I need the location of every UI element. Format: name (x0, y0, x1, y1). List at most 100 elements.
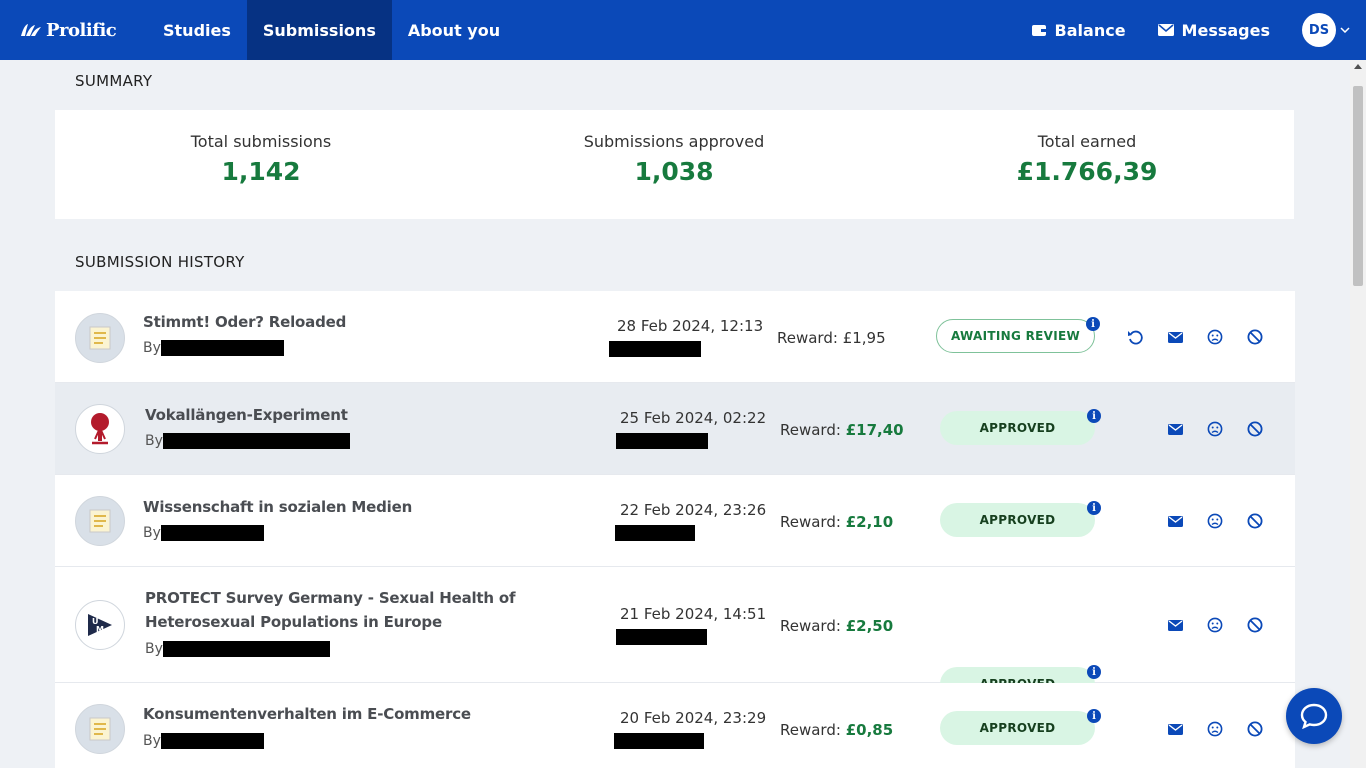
submission-row[interactable]: Konsumentenverhalten im E-Commerce By 20… (55, 683, 1295, 768)
message-icon[interactable] (1166, 328, 1184, 346)
stat-value: 1,038 (634, 157, 714, 186)
by-label: By (145, 641, 163, 657)
block-icon[interactable] (1246, 512, 1264, 530)
redacted-date-detail (609, 341, 701, 357)
mail-icon (1157, 24, 1174, 36)
summary-heading: SUMMARY (75, 72, 153, 90)
messages-label: Messages (1181, 20, 1270, 40)
avatar: DS (1302, 13, 1336, 47)
study-title[interactable]: Vokallängen-Experiment (145, 403, 585, 427)
nav-about-you[interactable]: About you (392, 0, 516, 60)
redacted-researcher (160, 340, 284, 356)
study-title[interactable]: PROTECT Survey Germany - Sexual Health o… (145, 586, 585, 634)
history-heading: SUBMISSION HISTORY (75, 253, 245, 271)
stat-approved: Submissions approved 1,038 (524, 132, 824, 186)
message-icon[interactable] (1166, 512, 1184, 530)
status-badge: APPROVED (940, 711, 1095, 745)
study-title[interactable]: Konsumentenverhalten im E-Commerce (143, 702, 583, 726)
by-label: By (143, 733, 161, 749)
study-researcher: By (143, 525, 264, 541)
info-icon[interactable]: i (1087, 665, 1101, 679)
redacted-date-detail (616, 433, 708, 449)
submission-row[interactable]: U M PROTECT Survey Germany - Sexual Heal… (55, 567, 1295, 701)
study-thumbnail (75, 704, 125, 754)
logo-text: Prolific (46, 19, 117, 41)
block-icon[interactable] (1246, 720, 1264, 738)
tree-logo-icon (91, 413, 109, 445)
info-icon[interactable]: i (1087, 501, 1101, 515)
stat-value: £1.766,39 (1016, 157, 1158, 186)
info-icon[interactable]: i (1087, 409, 1101, 423)
info-icon[interactable]: i (1087, 709, 1101, 723)
info-icon[interactable]: i (1086, 317, 1100, 331)
submission-row[interactable]: Stimmt! Oder? Reloaded By 28 Feb 2024, 1… (55, 291, 1295, 383)
wallet-icon (1031, 25, 1046, 36)
redacted-researcher (162, 433, 350, 449)
redacted-researcher (160, 525, 264, 541)
reward-label: Reward: (780, 513, 841, 531)
prolific-logo-icon (21, 24, 41, 36)
study-researcher: By (143, 733, 264, 749)
balance-button[interactable]: Balance (1031, 21, 1126, 40)
study-thumbnail (75, 496, 125, 546)
submission-date: 20 Feb 2024, 23:29 (620, 709, 767, 727)
sad-face-icon[interactable] (1206, 512, 1224, 530)
sad-face-icon[interactable] (1206, 328, 1224, 346)
undo-icon[interactable] (1126, 328, 1144, 346)
study-researcher: By (143, 340, 284, 356)
block-icon[interactable] (1246, 328, 1264, 346)
chat-button[interactable] (1286, 688, 1342, 744)
um-logo-icon: U M (88, 614, 112, 636)
reward: Reward: £2,10 (780, 513, 893, 531)
prolific-logo[interactable]: Prolific (20, 0, 147, 60)
status-badge: AWAITING REVIEW (936, 319, 1095, 353)
page-scrollbar[interactable] (1350, 60, 1366, 768)
reward: Reward: £0,85 (780, 721, 893, 739)
reward-amount: £17,40 (845, 421, 904, 439)
submission-row[interactable]: Vokallängen-Experiment By 25 Feb 2024, 0… (55, 383, 1295, 475)
submission-date: 21 Feb 2024, 14:51 (620, 605, 767, 623)
sad-face-icon[interactable] (1206, 420, 1224, 438)
stat-label: Submissions approved (583, 132, 765, 151)
reward: Reward: £1,95 (777, 329, 886, 347)
stat-label: Total earned (1037, 132, 1137, 151)
submission-row[interactable]: Wissenschaft in sozialen Medien By 22 Fe… (55, 475, 1295, 567)
top-nav: Prolific Studies Submissions About you B… (0, 0, 1366, 60)
messages-button[interactable]: Messages (1157, 20, 1270, 40)
reward-label: Reward: (780, 617, 841, 635)
nav-submissions[interactable]: Submissions (246, 0, 392, 60)
message-icon[interactable] (1166, 616, 1184, 634)
scroll-up-arrow-icon[interactable] (1354, 64, 1362, 69)
stat-total-submissions: Total submissions 1,142 (111, 132, 411, 186)
reward: Reward: £17,40 (780, 421, 904, 439)
redacted-researcher (162, 641, 330, 657)
reward-amount: £1,95 (842, 329, 886, 347)
reward-label: Reward: (777, 329, 838, 347)
study-title[interactable]: Stimmt! Oder? Reloaded (143, 310, 583, 334)
block-icon[interactable] (1246, 616, 1264, 634)
reward-label: Reward: (780, 721, 841, 739)
submission-date: 22 Feb 2024, 23:26 (620, 501, 767, 519)
block-icon[interactable] (1246, 420, 1264, 438)
study-thumbnail (75, 404, 125, 454)
sad-face-icon[interactable] (1206, 616, 1224, 634)
sad-face-icon[interactable] (1206, 720, 1224, 738)
study-thumbnail (75, 313, 125, 363)
redacted-date-detail (616, 629, 707, 645)
chevron-down-icon (1340, 27, 1350, 33)
account-menu[interactable]: DS (1302, 13, 1350, 47)
status-badge: APPROVED (940, 411, 1095, 445)
study-researcher: By (145, 641, 330, 657)
nav-studies[interactable]: Studies (147, 0, 247, 60)
reward-label: Reward: (780, 421, 841, 439)
status-badge: APPROVED (940, 503, 1095, 537)
scroll-thumb[interactable] (1353, 86, 1363, 286)
message-icon[interactable] (1166, 720, 1184, 738)
document-icon (89, 717, 111, 741)
reward-amount: £0,85 (845, 721, 894, 739)
redacted-researcher (160, 733, 264, 749)
stat-value: 1,142 (221, 157, 301, 186)
message-icon[interactable] (1166, 420, 1184, 438)
study-title[interactable]: Wissenschaft in sozialen Medien (143, 495, 583, 519)
by-label: By (145, 433, 163, 449)
